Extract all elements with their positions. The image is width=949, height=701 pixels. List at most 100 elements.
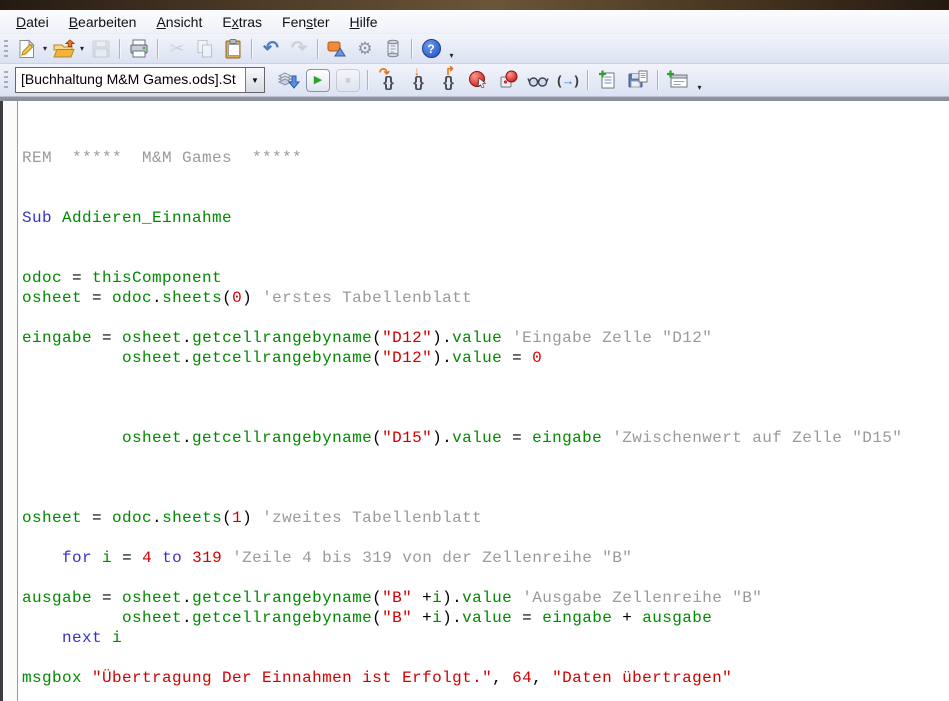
watch-button[interactable] (524, 66, 552, 94)
save-source-button[interactable] (624, 66, 652, 94)
toolbar-separator (157, 39, 159, 59)
help-icon: ? (422, 39, 441, 58)
library-selector-value: [Buchhaltung M&M Games.ods].St (16, 68, 245, 92)
code-line (22, 408, 949, 428)
step-over-button[interactable]: {} ↷ (374, 66, 402, 94)
open-button[interactable] (51, 36, 77, 62)
code-line (22, 368, 949, 388)
stop-icon: ■ (336, 69, 360, 92)
new-dropdown-arrow[interactable]: ▾ (40, 44, 50, 53)
code-line: osheet.getcellrangebyname("D12").value =… (22, 348, 949, 368)
copy-icon (194, 38, 216, 60)
watch-glasses-icon (526, 69, 550, 91)
toolbar-separator (411, 39, 413, 59)
save-floppy-icon (90, 38, 112, 60)
code-lines: REM ***** M&M Games ***** Sub Addieren_E… (22, 148, 949, 701)
code-line: next i (22, 628, 949, 648)
library-selector-dropdown-button[interactable]: ▼ (245, 68, 264, 92)
code-line: msgbox "Übertragung Der Einnahmen ist Er… (22, 668, 949, 688)
toolbar-separator (367, 70, 369, 90)
macro-script-button[interactable] (380, 36, 406, 62)
toolbar-separator (119, 39, 121, 59)
manage-breakpoints-button[interactable] (494, 66, 522, 94)
code-line: REM ***** M&M Games ***** (22, 148, 949, 168)
save-button (88, 36, 114, 62)
code-line: osheet = odoc.sheets(0) 'erstes Tabellen… (22, 288, 949, 308)
code-line: osheet.getcellrangebyname("D15").value =… (22, 428, 949, 448)
undo-button[interactable]: ↶ (258, 36, 284, 62)
code-line (22, 228, 949, 248)
add-module-icon (597, 69, 619, 91)
redo-button: ↷ (286, 36, 312, 62)
compile-icon (276, 69, 300, 91)
menu-bearbeiten[interactable]: Bearbeiten (59, 12, 147, 32)
step-out-arrow: ↱ (445, 64, 455, 78)
toolbar-grip[interactable] (4, 71, 8, 89)
new-document-button[interactable] (14, 36, 40, 62)
new-document-icon (16, 38, 38, 60)
run-button[interactable]: ▶ (304, 66, 332, 94)
code-line: osheet = odoc.sheets(1) 'zweites Tabelle… (22, 508, 949, 528)
code-line: eingabe = osheet.getcellrangebyname("D12… (22, 328, 949, 348)
code-line (22, 308, 949, 328)
paste-button[interactable] (220, 36, 246, 62)
manage-dialogs-icon (666, 69, 690, 91)
window-titlebar-edge (0, 0, 949, 10)
toolbar-separator (251, 39, 253, 59)
code-line: odoc = thisComponent (22, 268, 949, 288)
code-line: Sub Addieren_Einnahme (22, 208, 949, 228)
save-source-icon (627, 69, 649, 91)
scissors-icon: ✂ (170, 40, 184, 57)
code-line (22, 388, 949, 408)
toolbar-overflow-button[interactable]: ▾ (445, 34, 458, 63)
code-line (22, 188, 949, 208)
code-line (22, 448, 949, 468)
standard-toolbar: ▾ ▾ ✂ ↶ ↷ ⚙ ? ▾ (0, 33, 949, 63)
menu-ansicht[interactable]: Ansicht (146, 12, 212, 32)
code-line (22, 248, 949, 268)
paste-clipboard-icon (222, 38, 244, 60)
code-editor[interactable]: REM ***** M&M Games ***** Sub Addieren_E… (18, 101, 949, 701)
printer-icon (128, 38, 150, 60)
find-parentheses-button[interactable]: (→) (554, 66, 582, 94)
toolbar-grip[interactable] (4, 40, 8, 58)
print-button[interactable] (126, 36, 152, 62)
settings-button[interactable]: ⚙ (352, 36, 378, 62)
open-folder-icon (52, 38, 76, 60)
run-icon: ▶ (306, 69, 330, 92)
open-dropdown-arrow[interactable]: ▾ (77, 44, 87, 53)
menu-fenster[interactable]: Fenster (272, 12, 339, 32)
code-line (22, 648, 949, 668)
breakpoint-button[interactable] (464, 66, 492, 94)
toolbar-separator (317, 39, 319, 59)
menubar: Datei Bearbeiten Ansicht Extras Fenster … (0, 10, 949, 33)
menu-extras[interactable]: Extras (212, 12, 272, 32)
code-line (22, 468, 949, 488)
code-line (22, 688, 949, 701)
gallery-icon (326, 38, 348, 60)
stop-button: ■ (334, 66, 362, 94)
code-line: for i = 4 to 319 'Zeile 4 bis 319 von de… (22, 548, 949, 568)
library-selector[interactable]: [Buchhaltung M&M Games.ods].St ▼ (15, 67, 265, 93)
add-module-button[interactable] (594, 66, 622, 94)
gear-icon: ⚙ (357, 40, 372, 57)
macro-toolbar: [Buchhaltung M&M Games.ods].St ▼ ▶ ■ {} … (0, 63, 949, 96)
help-button[interactable]: ? (418, 36, 444, 62)
code-line: ausgabe = osheet.getcellrangebyname("B" … (22, 588, 949, 608)
manage-dialogs-button[interactable] (664, 66, 692, 94)
basic-ide-editor: REM ***** M&M Games ***** Sub Addieren_E… (0, 99, 949, 701)
menu-datei[interactable]: Datei (6, 12, 59, 32)
macro-toolbar-overflow-button[interactable]: ▾ (693, 66, 706, 95)
script-scroll-icon (382, 38, 404, 60)
cut-button: ✂ (164, 36, 190, 62)
toolbar-separator (587, 70, 589, 90)
breakpoint-margin[interactable] (0, 101, 18, 701)
gallery-button[interactable] (324, 36, 350, 62)
step-into-button[interactable]: {} ↓ (404, 66, 432, 94)
step-out-button[interactable]: {} ↱ (434, 66, 462, 94)
compile-button[interactable] (274, 66, 302, 94)
menu-hilfe[interactable]: Hilfe (340, 12, 388, 32)
toolbar-separator (657, 70, 659, 90)
code-line (22, 168, 949, 188)
copy-button (192, 36, 218, 62)
